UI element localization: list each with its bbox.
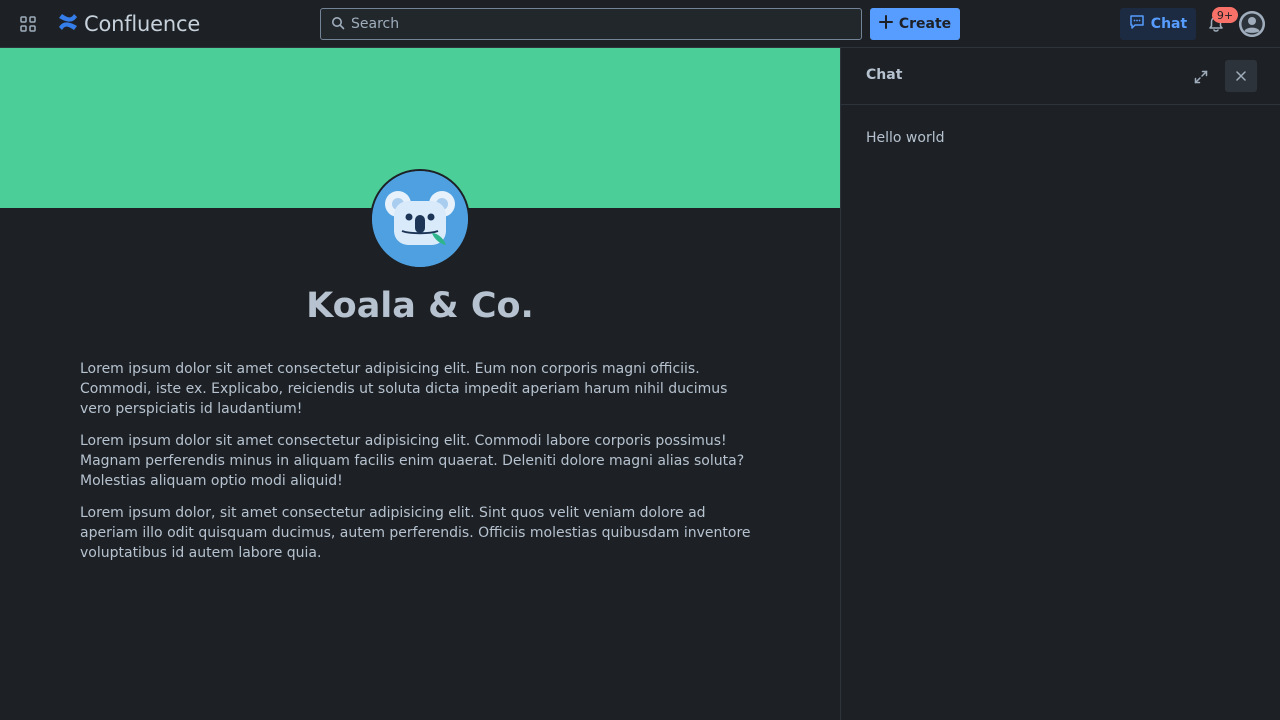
confluence-logo[interactable]: Confluence bbox=[58, 10, 200, 38]
user-avatar[interactable] bbox=[1239, 11, 1265, 37]
chat-message: Hello world bbox=[866, 130, 945, 146]
create-button-label: Create bbox=[898, 16, 952, 32]
chat-panel-title: Chat bbox=[866, 67, 903, 83]
confluence-logo-icon bbox=[58, 13, 78, 35]
chat-button[interactable]: Chat bbox=[1120, 8, 1196, 40]
logo-text: Confluence bbox=[84, 12, 201, 36]
chat-bubble-icon bbox=[1129, 14, 1145, 34]
space-avatar bbox=[370, 169, 470, 269]
space-description: Lorem ipsum dolor sit amet consectetur a… bbox=[80, 359, 760, 575]
chat-panel-header: Chat bbox=[841, 48, 1280, 105]
koala-icon bbox=[372, 171, 468, 267]
chat-panel: Chat Hello world bbox=[840, 48, 1280, 720]
user-icon bbox=[1239, 11, 1265, 37]
app-grid-icon[interactable] bbox=[16, 12, 40, 36]
space-overview: Koala & Co. Lorem ipsum dolor sit amet c… bbox=[0, 48, 840, 720]
paragraph: Lorem ipsum dolor sit amet consectetur a… bbox=[80, 361, 728, 417]
search-input[interactable] bbox=[351, 16, 861, 32]
paragraph: Lorem ipsum dolor sit amet consectetur a… bbox=[80, 433, 745, 489]
space-title: Koala & Co. bbox=[306, 286, 534, 326]
close-icon[interactable] bbox=[1225, 60, 1257, 92]
paragraph: Lorem ipsum dolor, sit amet consectetur … bbox=[80, 505, 751, 561]
top-navigation-bar: Confluence Create Chat bbox=[0, 0, 1280, 48]
expand-icon[interactable] bbox=[1185, 61, 1217, 93]
chat-button-label: Chat bbox=[1150, 16, 1188, 32]
create-button[interactable]: Create bbox=[870, 8, 960, 40]
search-icon bbox=[331, 15, 345, 34]
notification-badge: 9+ bbox=[1212, 7, 1238, 23]
search-box[interactable] bbox=[320, 8, 862, 40]
plus-icon bbox=[878, 15, 893, 33]
